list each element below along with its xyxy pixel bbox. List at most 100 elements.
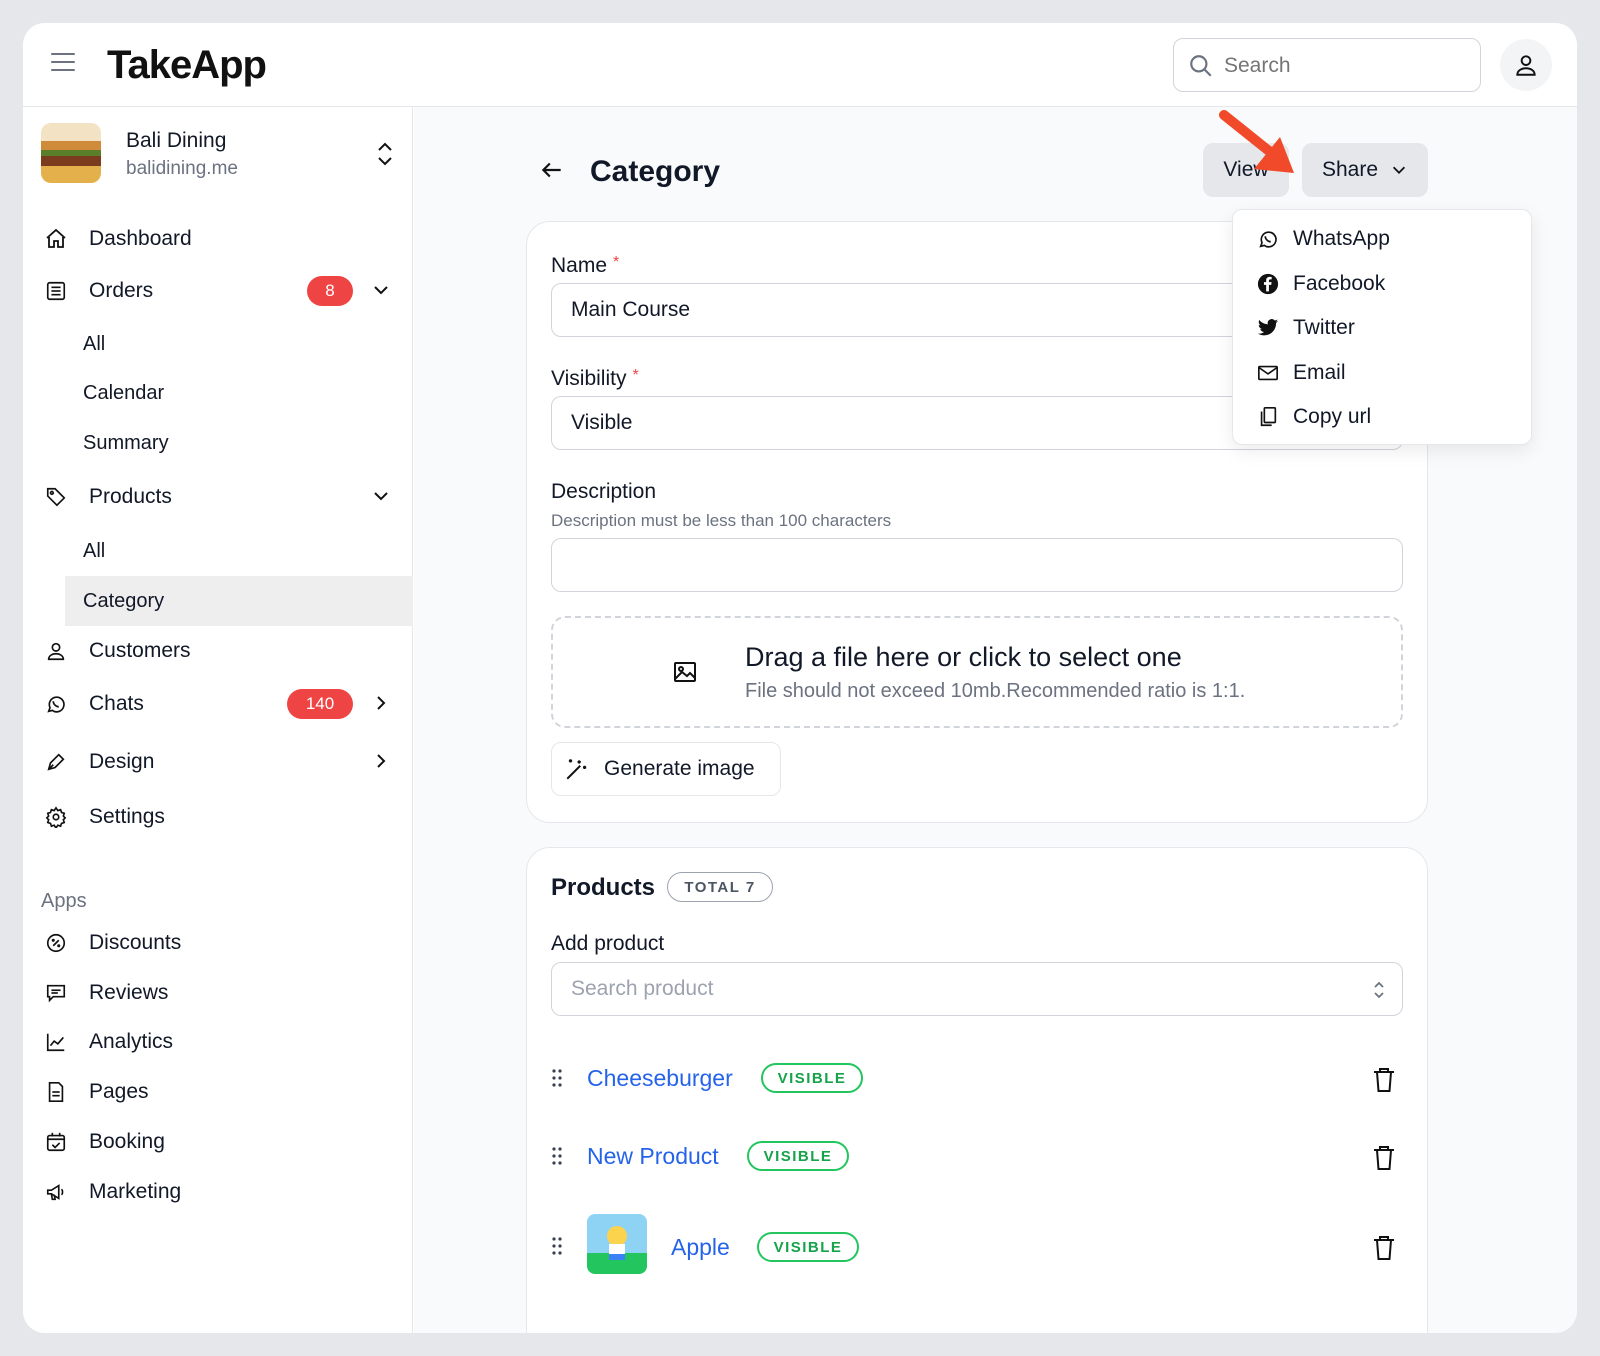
store-avatar (41, 123, 101, 183)
name-label: Name * (551, 254, 620, 277)
sidebar-item-label: Booking (89, 1130, 165, 1153)
sidebar-subitem-label: Calendar (83, 381, 165, 404)
arrow-left-icon[interactable] (539, 157, 565, 183)
tag-icon (43, 484, 69, 510)
search-input[interactable] (1224, 51, 1464, 81)
sidebar-item-analytics[interactable]: Analytics (23, 1019, 413, 1065)
image-icon (674, 662, 696, 682)
sidebar-item-label: Settings (89, 805, 165, 828)
mail-icon (1258, 365, 1278, 381)
chevron-down-icon (374, 492, 388, 501)
app-logo: TakeApp (107, 43, 267, 87)
product-name-link[interactable]: Apple (671, 1234, 730, 1261)
dropzone-hint: File should not exceed 10mb.Recommended … (745, 680, 1246, 702)
sidebar-item-reviews[interactable]: Reviews (23, 970, 413, 1016)
trash-icon[interactable] (1372, 1234, 1396, 1262)
store-domain: balidining.me (126, 158, 238, 179)
user-menu-button[interactable] (1500, 39, 1552, 91)
share-whatsapp[interactable]: WhatsApp (1257, 221, 1390, 257)
sidebar-subitem-orders-summary[interactable]: Summary (65, 419, 413, 467)
chart-line-icon (43, 1029, 69, 1055)
sidebar-item-booking[interactable]: Booking (23, 1119, 413, 1165)
sidebar-subitem-products-category[interactable]: Category (65, 576, 413, 626)
sidebar-item-settings[interactable]: Settings (23, 794, 413, 840)
sidebar-item-discounts[interactable]: Discounts (23, 920, 413, 966)
product-row: Apple VISIBLE (527, 1210, 1427, 1290)
sidebar-subitem-orders-all[interactable]: All (65, 320, 413, 368)
copy-icon (1260, 407, 1277, 427)
sidebar-item-label: Design (89, 750, 155, 773)
sidebar-subitem-label: All (83, 332, 106, 355)
generate-image-button[interactable]: Generate image (551, 742, 781, 796)
dropzone-title: Drag a file here or click to select one (745, 642, 1182, 672)
app-window: TakeApp Bali Dining balidining.me Dashbo… (23, 23, 1577, 1333)
sidebar-item-design[interactable]: Design (23, 739, 413, 785)
sidebar-item-label: Chats (89, 692, 144, 715)
search-box[interactable] (1173, 38, 1481, 92)
drag-handle-icon[interactable] (551, 1146, 563, 1166)
share-copy-url[interactable]: Copy url (1257, 399, 1371, 435)
generate-image-label: Generate image (604, 757, 755, 780)
drag-handle-icon[interactable] (551, 1068, 563, 1088)
product-search-placeholder: Search product (571, 977, 714, 1000)
chevron-down-icon (374, 286, 388, 295)
sidebar-subitem-label: Category (83, 589, 165, 612)
product-name-link[interactable]: New Product (587, 1143, 719, 1170)
trash-icon[interactable] (1372, 1144, 1396, 1172)
store-name: Bali Dining (126, 129, 227, 152)
sidebar-item-label: Reviews (89, 981, 169, 1004)
sidebar-item-products[interactable]: Products (23, 474, 413, 520)
sidebar-item-chats[interactable]: Chats 140 (23, 681, 413, 727)
sidebar-item-label: Marketing (89, 1180, 182, 1203)
gear-icon (43, 804, 69, 830)
share-item-label: Facebook (1293, 272, 1386, 295)
facebook-icon (1257, 273, 1279, 295)
product-name-link[interactable]: Cheeseburger (587, 1065, 733, 1092)
orders-count-badge: 8 (307, 276, 353, 306)
share-button[interactable]: Share (1302, 143, 1428, 197)
chevron-up-down-icon (378, 142, 392, 166)
chevron-down-icon (1392, 166, 1406, 174)
chevron-right-icon (377, 754, 386, 768)
trash-icon[interactable] (1372, 1066, 1396, 1094)
chevron-up-down-icon (1374, 981, 1384, 999)
products-title: Products (551, 874, 656, 901)
chat-bubble-icon (43, 980, 69, 1006)
status-badge: VISIBLE (761, 1063, 863, 1093)
user-icon (1516, 55, 1536, 76)
sidebar-subitem-orders-calendar[interactable]: Calendar (65, 369, 413, 417)
sidebar-item-label: Analytics (89, 1030, 174, 1053)
document-icon (43, 1079, 69, 1105)
product-row: New Product VISIBLE (527, 1124, 1427, 1194)
sidebar-subitem-label: All (83, 539, 106, 562)
sidebar-item-label: Discounts (89, 931, 182, 954)
share-item-label: Twitter (1293, 316, 1355, 339)
store-switcher[interactable]: Bali Dining balidining.me (41, 123, 401, 187)
product-search-select[interactable]: Search product (551, 962, 1403, 1016)
magic-wand-icon (566, 759, 587, 780)
image-dropzone[interactable]: Drag a file here or click to select one … (551, 616, 1403, 728)
products-card: Products TOTAL 7 Add product Search prod… (526, 847, 1428, 1333)
sidebar-item-marketing[interactable]: Marketing (23, 1169, 413, 1215)
sidebar-subitem-products-all[interactable]: All (65, 527, 413, 575)
drag-handle-icon[interactable] (551, 1236, 563, 1256)
share-dropdown-menu: WhatsApp Facebook Twitter Email Copy url (1232, 209, 1532, 445)
share-facebook[interactable]: Facebook (1257, 266, 1385, 302)
share-twitter[interactable]: Twitter (1257, 310, 1355, 346)
sidebar-item-dashboard[interactable]: Dashboard (23, 216, 413, 262)
sidebar-item-orders[interactable]: Orders 8 (23, 268, 413, 314)
visibility-label: Visibility * (551, 367, 639, 390)
share-email[interactable]: Email (1257, 355, 1346, 391)
sidebar-item-customers[interactable]: Customers (23, 628, 413, 674)
search-icon (1190, 55, 1212, 77)
description-input[interactable] (551, 538, 1403, 592)
status-badge: VISIBLE (757, 1232, 859, 1262)
pointer-arrow-icon (1219, 110, 1294, 173)
share-item-label: Copy url (1293, 405, 1372, 428)
sidebar-item-pages[interactable]: Pages (23, 1069, 413, 1115)
product-thumbnail (587, 1214, 647, 1274)
chats-count-badge: 140 (287, 689, 353, 719)
description-hint: Description must be less than 100 charac… (551, 511, 892, 530)
menu-icon[interactable] (51, 53, 75, 75)
share-item-label: Email (1293, 361, 1346, 384)
